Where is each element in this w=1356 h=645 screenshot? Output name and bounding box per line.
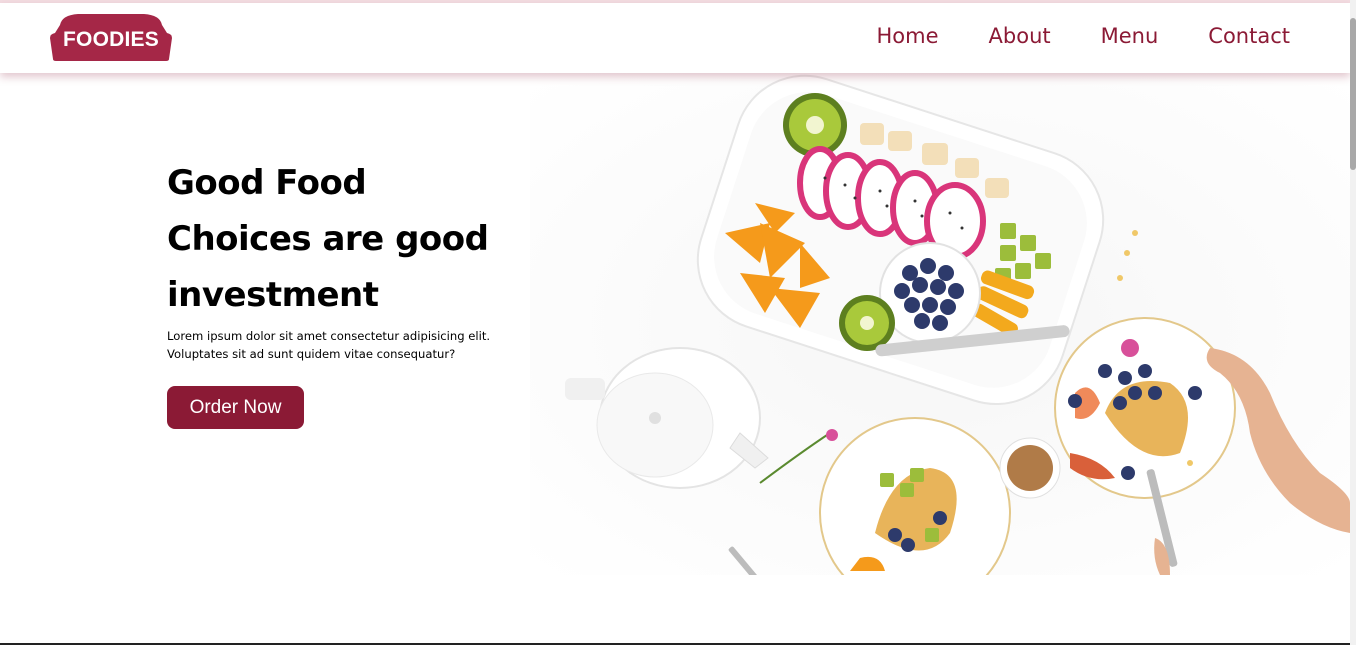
hero-title-line-3: investment — [167, 275, 379, 315]
hero-description: Lorem ipsum dolor sit amet consectetur a… — [167, 327, 507, 363]
nav-about-link[interactable]: About — [989, 24, 1051, 48]
nav-home-link[interactable]: Home — [877, 24, 939, 48]
hero-title: Good Food Choices are good investment — [167, 155, 527, 323]
foodies-logo[interactable]: FOODIES — [48, 11, 174, 61]
main-nav: Home About Menu Contact — [877, 24, 1290, 48]
food-platter-illustration — [530, 73, 1350, 575]
hero-title-line-2: Choices are good — [167, 219, 489, 259]
order-now-button[interactable]: Order Now — [167, 386, 304, 429]
hero-food-image — [530, 73, 1350, 575]
logo-text: FOODIES — [63, 28, 159, 51]
hero-description-line-2: Voluptates sit ad sunt quidem vitae cons… — [167, 347, 456, 361]
navbar: FOODIES Home About Menu Contact — [0, 3, 1350, 73]
hero-description-line-1: Lorem ipsum dolor sit amet consectetur a… — [167, 329, 491, 343]
nav-menu-link[interactable]: Menu — [1101, 24, 1159, 48]
hero-section: Good Food Choices are good investment Lo… — [167, 155, 527, 429]
nav-contact-link[interactable]: Contact — [1208, 24, 1290, 48]
scrollbar-thumb[interactable] — [1350, 18, 1356, 170]
hero-title-line-1: Good Food — [167, 163, 367, 203]
vertical-scrollbar[interactable] — [1350, 0, 1356, 645]
